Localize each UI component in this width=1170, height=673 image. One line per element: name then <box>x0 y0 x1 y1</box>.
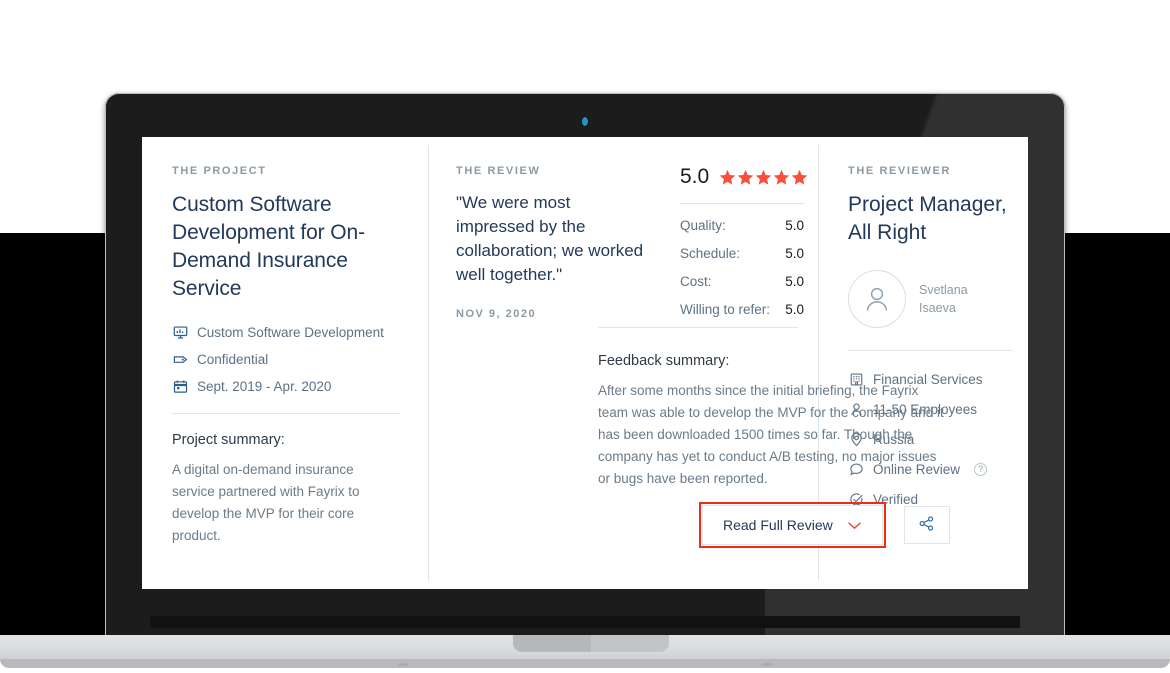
screenshot-stage: THE PROJECT Custom Software Development … <box>0 0 1170 673</box>
tag-icon <box>172 352 188 368</box>
star-icon <box>737 169 754 186</box>
rating-row-quality: Quality: 5.0 <box>680 218 804 233</box>
read-full-review-label: Read Full Review <box>723 517 833 533</box>
project-meta-service-label: Custom Software Development <box>197 325 384 341</box>
star-icon <box>719 169 736 186</box>
review-card: THE PROJECT Custom Software Development … <box>142 137 1028 589</box>
rating-breakdown: Quality: 5.0 Schedule: 5.0 Cost: 5.0 Wil… <box>680 218 804 317</box>
rating-row-cost: Cost: 5.0 <box>680 274 804 289</box>
star-rating <box>719 169 808 186</box>
review-date: NOV 9, 2020 <box>456 307 537 320</box>
rating-label-cost: Cost: <box>680 274 712 289</box>
star-icon <box>773 169 790 186</box>
read-full-review-button[interactable]: Read Full Review <box>699 502 886 548</box>
laptop-base-foot-right <box>762 663 772 666</box>
reviewer-person: Svetlana Isaeva <box>848 270 1012 329</box>
presentation-icon <box>172 325 188 341</box>
overall-rating: 5.0 <box>680 165 808 189</box>
avatar <box>848 270 906 329</box>
rating-value-cost: 5.0 <box>785 274 804 289</box>
share-button[interactable] <box>903 506 950 544</box>
rating-row-refer: Willing to refer: 5.0 <box>680 302 804 317</box>
reviewer-name: Svetlana Isaeva <box>919 283 968 316</box>
rating-value-quality: 5.0 <box>785 218 804 233</box>
laptop-base-lip <box>0 659 1170 668</box>
share-icon <box>918 515 935 535</box>
review-actions: Read Full Review <box>699 502 950 548</box>
laptop-screen: THE PROJECT Custom Software Development … <box>142 137 1028 589</box>
project-meta-budget: Confidential <box>172 352 400 368</box>
reviewer-eyebrow: THE REVIEWER <box>848 165 951 177</box>
project-summary-heading: Project summary: <box>172 431 285 448</box>
project-meta-list: Custom Software Development Confidential <box>172 325 400 395</box>
feedback-summary-heading: Feedback summary: <box>598 353 730 369</box>
project-meta-dates-label: Sept. 2019 - Apr. 2020 <box>197 379 332 395</box>
laptop-base-notch-shade <box>513 635 591 652</box>
star-icon <box>791 169 808 186</box>
rating-divider <box>680 203 804 204</box>
project-eyebrow: THE PROJECT <box>172 165 267 177</box>
chevron-down-icon <box>847 521 862 530</box>
project-meta-dates: Sept. 2019 - Apr. 2020 <box>172 379 400 395</box>
rating-row-schedule: Schedule: 5.0 <box>680 246 804 261</box>
help-badge-icon[interactable]: ? <box>974 462 988 476</box>
webcam-dot-icon <box>582 117 588 126</box>
feedback-summary-text: After some months since the initial brie… <box>598 383 944 486</box>
review-eyebrow: THE REVIEW <box>456 165 541 177</box>
review-quote: "We were most impressed by the collabora… <box>456 193 644 285</box>
feedback-divider <box>598 327 798 328</box>
project-meta-service: Custom Software Development <box>172 325 400 341</box>
rating-label-quality: Quality: <box>680 218 726 233</box>
calendar-icon <box>172 379 188 395</box>
project-divider <box>172 412 400 414</box>
rating-label-schedule: Schedule: <box>680 246 741 261</box>
feedback-summary: Feedback summary: After some months sinc… <box>598 327 944 490</box>
reviewer-divider <box>848 350 1012 352</box>
project-meta-budget-label: Confidential <box>197 352 269 368</box>
page-title: Custom Software Development for On-Deman… <box>172 193 366 300</box>
overall-rating-score: 5.0 <box>680 165 710 188</box>
rating-value-refer: 5.0 <box>785 302 804 317</box>
rating-value-schedule: 5.0 <box>785 246 804 261</box>
project-column: THE PROJECT Custom Software Development … <box>142 165 428 589</box>
laptop-base-foot-left <box>398 663 408 666</box>
laptop-hinge <box>150 616 1020 628</box>
star-icon <box>755 169 772 186</box>
rating-label-refer: Willing to refer: <box>680 302 771 317</box>
project-summary-text: A digital on-demand insurance service pa… <box>172 461 360 543</box>
reviewer-title: Project Manager, All Right <box>848 193 1007 244</box>
